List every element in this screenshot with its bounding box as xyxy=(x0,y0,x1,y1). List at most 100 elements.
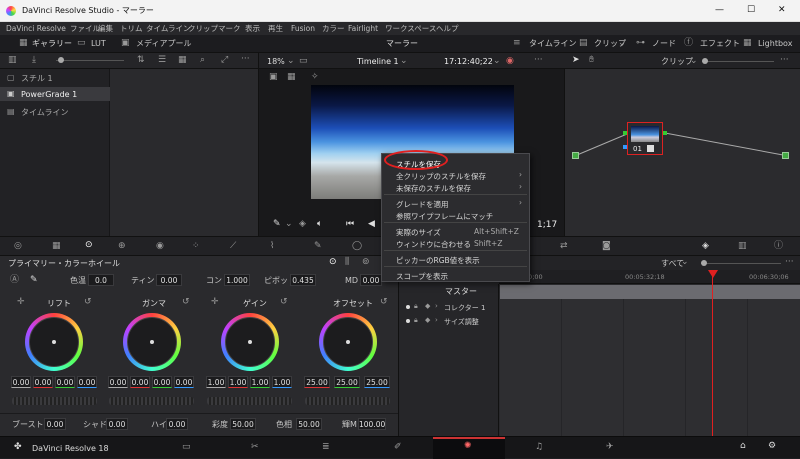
menu-item-picker-rgb[interactable]: ピッカーのRGB値を表示 xyxy=(396,255,480,266)
lut-button[interactable]: LUT xyxy=(91,40,106,48)
menu-file[interactable]: ファイル xyxy=(70,25,100,33)
gallery-item-timeline[interactable]: ▤ タイムライン xyxy=(0,105,110,119)
offset-blue[interactable]: 25.00 xyxy=(364,376,390,388)
wheels-mode-icon[interactable]: ⊙ xyxy=(329,258,337,267)
gamma-jog[interactable] xyxy=(109,397,194,405)
log-mode-icon[interactable]: ⊚ xyxy=(362,258,370,267)
motion-effects-icon[interactable]: ⁘ xyxy=(192,242,200,251)
gallery-item-powergrade[interactable]: ▣ PowerGrade 1 xyxy=(0,87,110,101)
magic-wand-icon[interactable]: ✧ xyxy=(311,73,319,82)
lum-mix-field[interactable]: 100.00 xyxy=(358,418,386,430)
sort-icon[interactable]: ⇅ xyxy=(137,56,145,65)
deliver-page-icon[interactable]: ✈︎ xyxy=(606,443,614,452)
tint-field[interactable]: 0.00 xyxy=(156,274,182,286)
color-sync-icon[interactable]: ◉ xyxy=(506,57,514,66)
gamma-red[interactable]: 0.00 xyxy=(130,376,150,388)
menu-color[interactable]: カラー xyxy=(322,25,345,33)
offset-jog[interactable] xyxy=(305,397,390,405)
menu-clip[interactable]: クリップ xyxy=(188,25,218,33)
contrast-field[interactable]: 1.000 xyxy=(224,274,250,286)
lock-icon[interactable]: 🔒︎ xyxy=(414,303,418,310)
pivot-field[interactable]: 0.435 xyxy=(290,274,316,286)
highlight-field[interactable]: 0.00 xyxy=(166,418,188,430)
hdr-icon[interactable]: ⊕ xyxy=(118,242,126,251)
temp-field[interactable]: 0.0 xyxy=(88,274,114,286)
menu-item-save-unsaved-stills[interactable]: 未保存のスチルを保存 xyxy=(396,183,471,194)
chevron-down-icon[interactable]: ⌄ xyxy=(618,39,626,48)
shadow-field[interactable]: 0.00 xyxy=(106,418,128,430)
reset-icon[interactable]: ↺ xyxy=(182,298,190,307)
auto-balance-icon[interactable]: Ⓐ xyxy=(10,276,19,285)
boost-field[interactable]: 0.00 xyxy=(44,418,66,430)
track-row[interactable]: 🔒︎ ◆ › サイズ調整 xyxy=(399,316,499,330)
chevron-down-icon[interactable]: ⌄ xyxy=(493,57,501,66)
info-icon[interactable]: ⓘ xyxy=(774,242,783,251)
more-icon[interactable]: ··· xyxy=(241,55,250,64)
slider-knob[interactable] xyxy=(701,260,707,266)
menu-item-show-scopes[interactable]: スコープを表示 xyxy=(396,271,448,282)
volume-icon[interactable]: 🔈︎ xyxy=(317,220,322,229)
expand-arrow-icon[interactable]: › xyxy=(435,317,438,324)
expand-arrow-icon[interactable]: › xyxy=(435,303,438,310)
picker-icon[interactable]: ✎ xyxy=(273,220,281,229)
more-icon[interactable]: ··· xyxy=(534,56,543,65)
reset-icon[interactable]: ↺ xyxy=(84,298,92,307)
gallery-item-stills[interactable]: ▢ スチル 1 xyxy=(0,71,110,85)
effects-button[interactable]: エフェクト xyxy=(700,40,740,48)
color-page-icon[interactable]: ✺ xyxy=(464,442,472,451)
gain-jog[interactable] xyxy=(207,397,292,405)
timeline-name[interactable]: Timeline 1 xyxy=(357,58,399,66)
home-icon[interactable]: ⌂ xyxy=(740,442,746,451)
hue-field[interactable]: 50.00 xyxy=(296,418,322,430)
menu-fairlight[interactable]: Fairlight xyxy=(348,25,378,33)
gamma-blue[interactable]: 0.00 xyxy=(174,376,194,388)
warper-icon[interactable]: ⌇ xyxy=(270,242,274,251)
menu-item-match-wipe[interactable]: 参照ワイプフレームにマッチ xyxy=(396,211,493,222)
chevron-down-icon[interactable]: ⌄ xyxy=(287,57,295,66)
gain-master[interactable]: 1.00 xyxy=(206,376,226,388)
menu-fusion[interactable]: Fusion xyxy=(291,25,315,33)
cut-page-icon[interactable]: ✂︎ xyxy=(251,443,259,452)
output-node[interactable] xyxy=(782,152,789,159)
gain-red[interactable]: 1.00 xyxy=(228,376,248,388)
camera-raw-icon[interactable]: ◎ xyxy=(14,242,22,251)
split-view-icon[interactable]: ▦ xyxy=(287,73,296,82)
menu-item-apply-grade[interactable]: グレードを適用 xyxy=(396,199,449,210)
menu-item-fit-window[interactable]: ウィンドウに合わせる xyxy=(396,239,471,250)
window-icon[interactable]: ◯ xyxy=(352,242,362,251)
gamma-master[interactable]: 0.00 xyxy=(108,376,128,388)
expand-icon[interactable]: ⤢ xyxy=(221,56,228,65)
menu-davinci[interactable]: DaVinci Resolve xyxy=(6,25,66,33)
gallery-zoom-slider[interactable] xyxy=(56,60,124,61)
media-page-icon[interactable]: ▭ xyxy=(182,443,191,452)
reset-icon[interactable]: ↺ xyxy=(380,298,388,307)
crosshair-icon[interactable]: ✛ xyxy=(211,298,219,307)
lock-icon[interactable]: 🔒︎ xyxy=(414,317,418,324)
more-icon[interactable]: ··· xyxy=(785,258,794,267)
viewer-layout-icon[interactable]: ▭ xyxy=(299,57,308,66)
list-view-icon[interactable]: ☰ xyxy=(158,56,166,65)
lift-jog[interactable] xyxy=(12,397,97,405)
offset-wheel[interactable] xyxy=(319,313,377,371)
layers-icon[interactable]: ◈ xyxy=(299,220,306,229)
lightbox-button[interactable]: Lightbox xyxy=(758,40,792,48)
close-button[interactable]: ✕ xyxy=(778,6,786,15)
timeline-button[interactable]: タイムライン xyxy=(529,40,576,48)
gain-green[interactable]: 1.00 xyxy=(250,376,270,388)
node-01[interactable]: 01 xyxy=(627,122,663,155)
settings-icon[interactable]: ⚙︎ xyxy=(768,442,776,451)
search-icon[interactable]: ⌕ xyxy=(200,56,205,65)
crosshair-icon[interactable]: ✛ xyxy=(17,298,25,307)
gamma-wheel[interactable] xyxy=(123,313,181,371)
playhead-line[interactable] xyxy=(712,274,713,436)
reset-icon[interactable]: ↺ xyxy=(280,298,288,307)
curves-icon[interactable]: ⟋ xyxy=(230,242,236,251)
edit-page-icon[interactable]: ≣ xyxy=(322,443,330,452)
lift-blue[interactable]: 0.00 xyxy=(77,376,97,388)
lift-red[interactable]: 0.00 xyxy=(33,376,53,388)
menu-play[interactable]: 再生 xyxy=(268,25,283,33)
chevron-down-icon[interactable]: ⌄ xyxy=(285,220,293,229)
slider-knob[interactable] xyxy=(58,57,64,63)
lift-master[interactable]: 0.00 xyxy=(11,376,31,388)
menu-mark[interactable]: マーク xyxy=(218,25,241,33)
